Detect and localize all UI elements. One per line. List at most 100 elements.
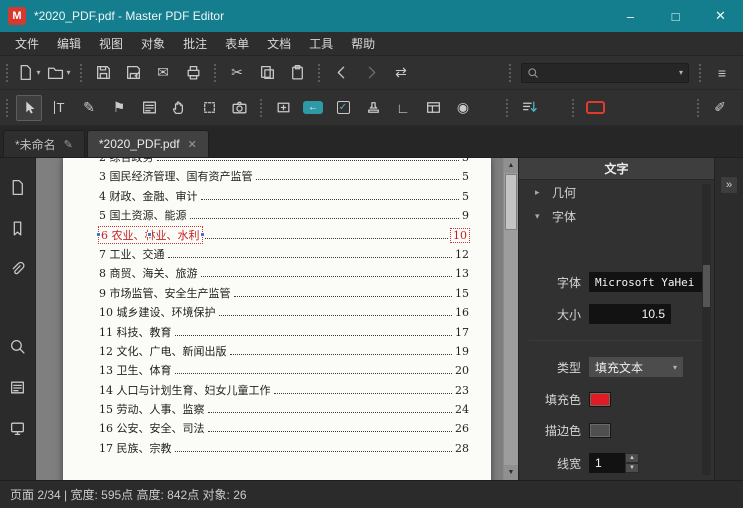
menu-item-object[interactable]: 对象 xyxy=(132,35,174,52)
dot-leader xyxy=(175,451,453,452)
search-panel-button[interactable] xyxy=(5,333,31,359)
ink-tool-button[interactable]: ✐ xyxy=(707,95,733,121)
maximize-button[interactable]: □ xyxy=(653,0,698,32)
toolbar-overflow-button[interactable]: ≡ xyxy=(709,60,735,86)
menu-item-help[interactable]: 帮助 xyxy=(342,35,384,52)
section-font[interactable]: ▾ 字体 xyxy=(519,204,714,228)
copy-button[interactable] xyxy=(254,60,280,86)
checkbox-tool-button[interactable]: ✓ xyxy=(330,95,356,121)
floppy-pencil-icon xyxy=(125,64,142,81)
scroll-down-icon[interactable]: ▼ xyxy=(504,465,518,480)
scrollbar-thumb[interactable] xyxy=(505,174,517,230)
toc-row[interactable]: 12 文化、广电、新闻出版19 xyxy=(99,343,469,362)
tab-untitled[interactable]: *未命名 ✎ xyxy=(3,130,85,157)
section-geometry[interactable]: ▸ 几何 xyxy=(519,180,714,204)
attachments-panel-button[interactable] xyxy=(5,256,31,282)
toc-row-selected[interactable]: 6 农业、林业、水利 10 xyxy=(99,227,469,246)
menu-item-edit[interactable]: 编辑 xyxy=(48,35,90,52)
pdf-page[interactable]: 2 综合政务3 3 国民经济管理、国有资产监管5 4 财政、金融、审计5 5 国… xyxy=(63,158,491,480)
font-name-field[interactable]: Microsoft YaHei xyxy=(589,272,703,292)
line-width-row: 线宽 1 ▲ ▼ xyxy=(519,453,714,473)
combo-box-tool-button[interactable] xyxy=(420,95,446,121)
table-of-contents: 2 综合政务3 3 国民经济管理、国有资产监管5 4 财政、金融、审计5 5 国… xyxy=(63,158,491,459)
document-view[interactable]: 2 综合政务3 3 国民经济管理、国有资产监管5 4 财政、金融、审计5 5 国… xyxy=(36,158,518,480)
push-button-tool-button[interactable]: ← xyxy=(300,95,326,121)
toc-row[interactable]: 7 工业、交通12 xyxy=(99,246,469,265)
toc-row[interactable]: 8 商贸、海关、旅游13 xyxy=(99,265,469,284)
close-button[interactable]: ✕ xyxy=(698,0,743,32)
toc-row[interactable]: 3 国民经济管理、国有资产监管5 xyxy=(99,168,469,187)
panel-scrollbar[interactable] xyxy=(702,184,711,475)
forward-button[interactable] xyxy=(358,60,384,86)
hand-tool-button[interactable] xyxy=(166,95,192,121)
toc-row[interactable]: 14 人口与计划生育、妇女儿童工作23 xyxy=(99,382,469,401)
form-fields-panel-button[interactable] xyxy=(5,374,31,400)
text-select-tool-button[interactable]: T xyxy=(46,95,72,121)
toc-row[interactable]: 10 城乡建设、环境保护16 xyxy=(99,304,469,323)
search-box[interactable]: ▾ xyxy=(521,63,689,83)
menu-item-tools[interactable]: 工具 xyxy=(300,35,342,52)
snapshot-tool-button[interactable] xyxy=(226,95,252,121)
edit-forms-button[interactable] xyxy=(136,95,162,121)
spin-up-icon[interactable]: ▲ xyxy=(625,453,639,463)
line-width-spinner[interactable]: 1 ▲ ▼ xyxy=(589,453,639,473)
font-size-field[interactable]: 10.5 xyxy=(589,304,671,324)
media-panel-button[interactable] xyxy=(5,415,31,441)
crop-tool-button[interactable] xyxy=(196,95,222,121)
save-as-button[interactable] xyxy=(120,60,146,86)
menu-item-file[interactable]: 文件 xyxy=(6,35,48,52)
menu-item-document[interactable]: 文档 xyxy=(258,35,300,52)
selection-handle[interactable] xyxy=(200,232,205,237)
spin-down-icon[interactable]: ▼ xyxy=(625,463,639,473)
measure-tool-button[interactable]: ∟ xyxy=(390,95,416,121)
selection-handle[interactable] xyxy=(147,232,152,237)
back-button[interactable] xyxy=(328,60,354,86)
toc-row[interactable]: 17 民族、宗教28 xyxy=(99,440,469,459)
selected-text-object[interactable]: 6 农业、林业、水利 xyxy=(99,227,202,243)
toc-row[interactable]: 5 国土资源、能源9 xyxy=(99,207,469,226)
annotation-tool-button[interactable]: ⚑ xyxy=(106,95,132,121)
menu-item-annotation[interactable]: 批注 xyxy=(174,35,216,52)
open-button[interactable]: ▾ xyxy=(46,60,72,86)
bookmarks-panel-button[interactable] xyxy=(5,215,31,241)
toc-row[interactable]: 16 公安、安全、司法26 xyxy=(99,420,469,439)
minimize-button[interactable]: – xyxy=(608,0,653,32)
select-tool-button[interactable] xyxy=(16,95,42,121)
stroke-color-swatch[interactable] xyxy=(589,423,611,438)
cut-button[interactable]: ✂ xyxy=(224,60,250,86)
page-navigation-button[interactable]: ⇄ xyxy=(388,60,414,86)
toc-row[interactable]: 11 科技、教育17 xyxy=(99,324,469,343)
fill-color-swatch[interactable] xyxy=(589,392,611,407)
toc-row[interactable]: 13 卫生、体育20 xyxy=(99,362,469,381)
new-document-button[interactable]: ▾ xyxy=(16,60,42,86)
selection-handle[interactable] xyxy=(96,232,101,237)
email-button[interactable]: ✉ xyxy=(150,60,176,86)
radio-button-tool-button[interactable]: ◉ xyxy=(450,95,476,121)
close-tab-icon[interactable]: ✕ xyxy=(188,138,197,151)
toc-row[interactable]: 4 财政、金融、审计5 xyxy=(99,188,469,207)
toc-page-number: 5 xyxy=(462,170,469,183)
type-dropdown[interactable]: 填充文本 ▾ xyxy=(589,357,683,377)
scroll-up-icon[interactable]: ▲ xyxy=(504,158,518,173)
menu-item-view[interactable]: 视图 xyxy=(90,35,132,52)
link-tool-button[interactable] xyxy=(582,95,608,121)
menu-item-forms[interactable]: 表单 xyxy=(216,35,258,52)
text-field-tool-button[interactable] xyxy=(270,95,296,121)
toc-row[interactable]: 9 市场监管、安全生产监管15 xyxy=(99,285,469,304)
monitor-icon xyxy=(9,420,26,437)
panel-scrollbar-thumb[interactable] xyxy=(703,265,710,307)
panel-collapse-button[interactable]: » xyxy=(720,176,738,194)
toc-row[interactable]: 2 综合政务3 xyxy=(99,158,469,168)
document-scrollbar[interactable]: ▲ ▼ xyxy=(503,158,518,480)
toc-row[interactable]: 15 劳动、人事、监察24 xyxy=(99,401,469,420)
search-input[interactable] xyxy=(543,67,673,79)
stamp-tool-button[interactable] xyxy=(360,95,386,121)
print-button[interactable] xyxy=(180,60,206,86)
paste-button[interactable] xyxy=(284,60,310,86)
thumbnails-panel-button[interactable] xyxy=(5,174,31,200)
tab-2020-pdf[interactable]: *2020_PDF.pdf ✕ xyxy=(87,130,209,157)
edit-document-button[interactable]: ✎ xyxy=(76,95,102,121)
save-button[interactable] xyxy=(90,60,116,86)
toc-entry-text: 2 综合政务 xyxy=(99,158,154,165)
tab-order-button[interactable] xyxy=(516,95,542,121)
